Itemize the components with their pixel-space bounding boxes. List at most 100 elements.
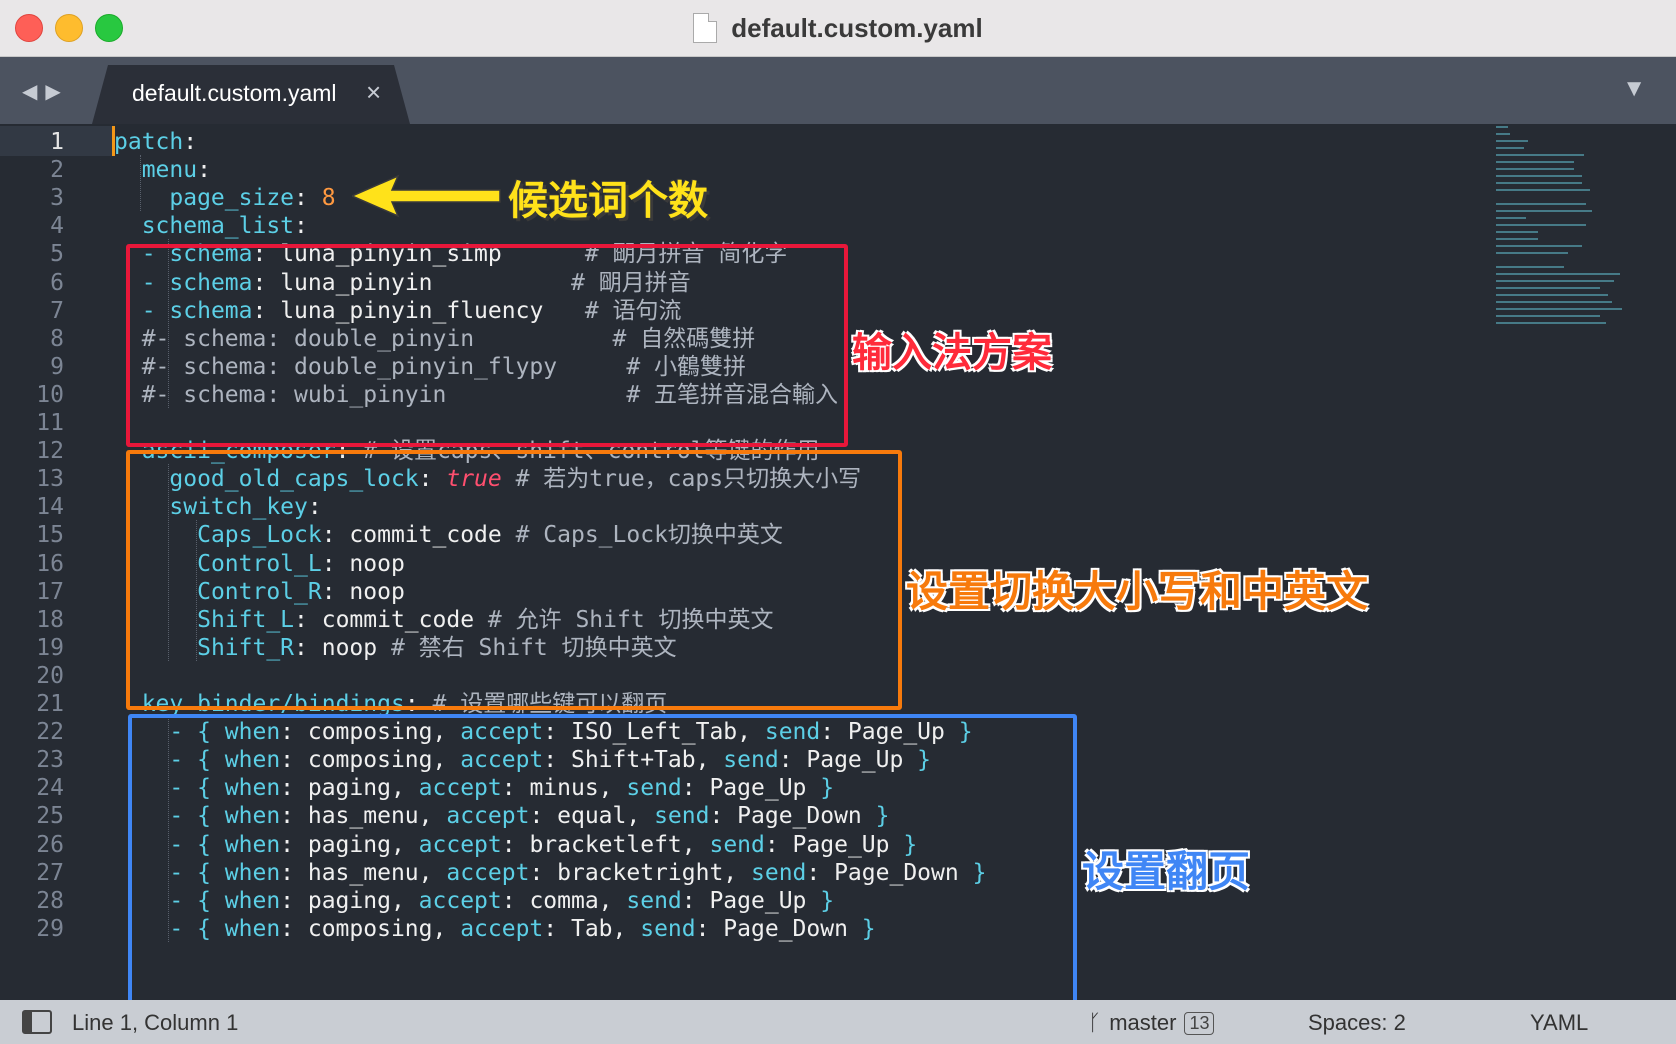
- annotation-box-paging: [128, 714, 1077, 1004]
- syntax-selector[interactable]: YAML: [1530, 1010, 1588, 1036]
- line-number: 8: [50, 325, 64, 352]
- minimap-line: [1496, 280, 1614, 282]
- line-number: 29: [36, 915, 64, 942]
- line-number: 19: [36, 634, 64, 661]
- minimap-line: [1496, 133, 1510, 135]
- line-number: 3: [50, 185, 64, 212]
- code-token: page_size: [169, 185, 295, 212]
- minimap-line: [1496, 189, 1590, 191]
- line-number: 16: [36, 550, 64, 577]
- minimap-line: [1496, 266, 1564, 268]
- indent-guide: [140, 155, 141, 212]
- git-branch[interactable]: ᚴ master 13: [1088, 1010, 1215, 1036]
- tab-dropdown-icon[interactable]: ▼: [1622, 75, 1646, 103]
- title-bar: default.custom.yaml: [0, 0, 1676, 57]
- line-number: 13: [36, 466, 64, 493]
- line-number: 20: [36, 662, 64, 689]
- line-number: 22: [36, 719, 64, 746]
- line-number: 1: [50, 129, 64, 155]
- minimap-line: [1496, 315, 1600, 317]
- tab-label: default.custom.yaml: [132, 80, 337, 106]
- line-number: 25: [36, 803, 64, 830]
- code-token: :: [197, 157, 211, 184]
- code-line: page_size: 8: [114, 183, 336, 213]
- annotation-paging: 设置翻页: [1082, 848, 1251, 895]
- minimap-line: [1496, 140, 1528, 142]
- annotation-switch-case: 设置切换大小写和中英文: [906, 568, 1369, 615]
- minimap-line: [1496, 238, 1538, 240]
- code-line: menu:: [114, 155, 211, 185]
- line-number: 21: [36, 691, 64, 717]
- line-number: 12: [36, 438, 64, 465]
- minimap-line: [1496, 182, 1582, 184]
- minimap-line: [1496, 322, 1606, 324]
- minimap-line: [1496, 294, 1608, 296]
- minimap-line: [1496, 308, 1622, 310]
- line-number: 26: [36, 831, 64, 858]
- document-icon: [693, 13, 718, 43]
- minimap-line: [1496, 217, 1526, 219]
- code-token: 8: [321, 185, 336, 212]
- minimap-line: [1496, 231, 1538, 233]
- minimap-line: [1496, 203, 1586, 205]
- status-bar: Line 1, Column 1 ᚴ master 13 Spaces: 2 Y…: [0, 1000, 1676, 1044]
- annotation-box-switch-keys: [126, 450, 902, 710]
- line-number: 17: [36, 578, 64, 605]
- branch-count-badge: 13: [1184, 1011, 1215, 1035]
- tab-close-icon[interactable]: ×: [366, 77, 381, 108]
- line-number: 9: [50, 353, 64, 380]
- minimap-line: [1496, 175, 1582, 177]
- code-token: :: [294, 185, 322, 212]
- line-number: 11: [36, 410, 64, 436]
- branch-icon: ᚴ: [1088, 1010, 1102, 1035]
- code-token: schema_list: [141, 213, 295, 240]
- line-number: 18: [36, 606, 64, 633]
- minimap-line: [1496, 161, 1574, 163]
- line-number: 7: [50, 297, 64, 324]
- tab-bar: ◀▶ default.custom.yaml × ▼: [0, 57, 1676, 124]
- minimap-line: [1496, 168, 1574, 170]
- minimap-line: [1496, 245, 1582, 247]
- line-number: 5: [50, 241, 64, 268]
- minimap-line: [1496, 126, 1508, 128]
- minimap-line: [1496, 252, 1568, 254]
- minimap[interactable]: [1486, 124, 1666, 364]
- line-number: 6: [50, 269, 64, 296]
- tab-default-custom-yaml[interactable]: default.custom.yaml ×: [92, 65, 410, 124]
- minimap-line: [1496, 154, 1584, 156]
- line-number: 10: [36, 381, 64, 408]
- cursor-position[interactable]: Line 1, Column 1: [72, 1010, 238, 1036]
- nav-back-icon[interactable]: ◀: [22, 81, 45, 103]
- annotation-input-schemes: 输入法方案: [852, 331, 1052, 375]
- annotation-box-input-schemes: [126, 244, 848, 447]
- line-number: 24: [36, 775, 64, 802]
- line-number: 2: [50, 157, 64, 184]
- toggle-sidebar-icon[interactable]: [22, 1010, 52, 1034]
- annotation-candidate-count: 候选词个数: [508, 179, 708, 223]
- nav-forward-icon[interactable]: ▶: [45, 81, 68, 103]
- minimap-line: [1496, 210, 1592, 212]
- code-token: menu: [141, 157, 198, 184]
- minimap-line: [1496, 301, 1612, 303]
- annotation-arrow-icon: [352, 174, 501, 218]
- editor-window: default.custom.yaml ◀▶ default.custom.ya…: [0, 0, 1676, 1044]
- line-number: 28: [36, 887, 64, 914]
- code-token: :: [183, 129, 198, 155]
- minimap-line: [1496, 273, 1620, 275]
- line-number: 4: [50, 213, 64, 240]
- minimap-line: [1496, 287, 1600, 289]
- line-number: 15: [36, 522, 64, 549]
- indentation-setting[interactable]: Spaces: 2: [1308, 1010, 1406, 1036]
- code-line: schema_list:: [114, 211, 308, 241]
- code-line: patch:: [114, 127, 197, 157]
- code-token: :: [294, 213, 308, 240]
- window-title: default.custom.yaml: [731, 12, 983, 43]
- code-token: patch: [114, 129, 184, 155]
- line-number-gutter: 1 2 3 4 5 6 7 8 9 10 11 12 13 14 15 16 17 18 19 20 21 22 23 24 2…: [0, 124, 100, 1000]
- line-number: 14: [36, 494, 64, 521]
- minimap-line: [1496, 224, 1586, 226]
- minimap-line: [1496, 147, 1524, 149]
- line-number: 23: [36, 747, 64, 774]
